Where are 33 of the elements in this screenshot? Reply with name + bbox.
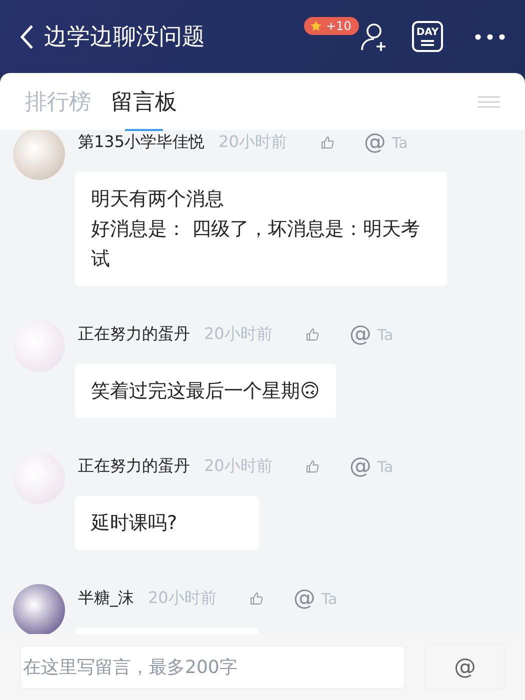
avatar[interactable] <box>13 584 65 634</box>
timestamp: 20小时前 <box>148 588 216 609</box>
message-input[interactable]: 在这里写留言，最多200字 <box>20 645 405 689</box>
points-badge: +10 <box>304 17 360 35</box>
chat-title: 边学边聊没问题 <box>44 23 205 52</box>
mention-button[interactable]: @ Ta <box>349 454 394 479</box>
message-text: 笑着过完这最后一个星期🙃 <box>91 379 320 404</box>
thumbs-up-icon[interactable] <box>320 136 334 149</box>
author-name: 正在努力的蛋丹 <box>78 456 190 477</box>
author-name: 第135小学毕佳悦 <box>78 132 205 153</box>
tab[interactable]: 留言板 <box>111 74 177 128</box>
day-button[interactable]: DAY <box>412 21 443 52</box>
thumbs-up-icon[interactable] <box>250 592 264 605</box>
thumbs-up-icon[interactable] <box>306 460 320 473</box>
message-text: 好消息是： 四级了，坏消息是：明天考试 <box>91 217 422 272</box>
author-name: 正在努力的蛋丹 <box>78 324 190 345</box>
timestamp: 20小时前 <box>204 324 272 345</box>
thumbs-up-icon[interactable] <box>306 328 320 341</box>
mention-button[interactable]: @ Ta <box>349 322 394 347</box>
back-icon[interactable] <box>18 24 36 50</box>
tab[interactable]: 排行榜 <box>25 74 91 128</box>
mention-button[interactable]: @ <box>425 644 505 690</box>
message-text: 明天有两个消息 <box>91 187 225 212</box>
star-icon <box>310 20 322 32</box>
mention-button[interactable]: @ Ta <box>364 130 408 155</box>
author-name: 半糖_沫 <box>78 588 134 609</box>
timestamp: 20小时前 <box>204 456 272 477</box>
add-person-icon[interactable] <box>360 22 388 52</box>
timestamp: 20小时前 <box>218 132 287 153</box>
message-text: 延时课吗? <box>91 511 178 536</box>
menu-icon[interactable] <box>478 96 500 108</box>
more-icon[interactable] <box>475 34 505 40</box>
mention-button[interactable]: @ Ta <box>293 586 338 611</box>
